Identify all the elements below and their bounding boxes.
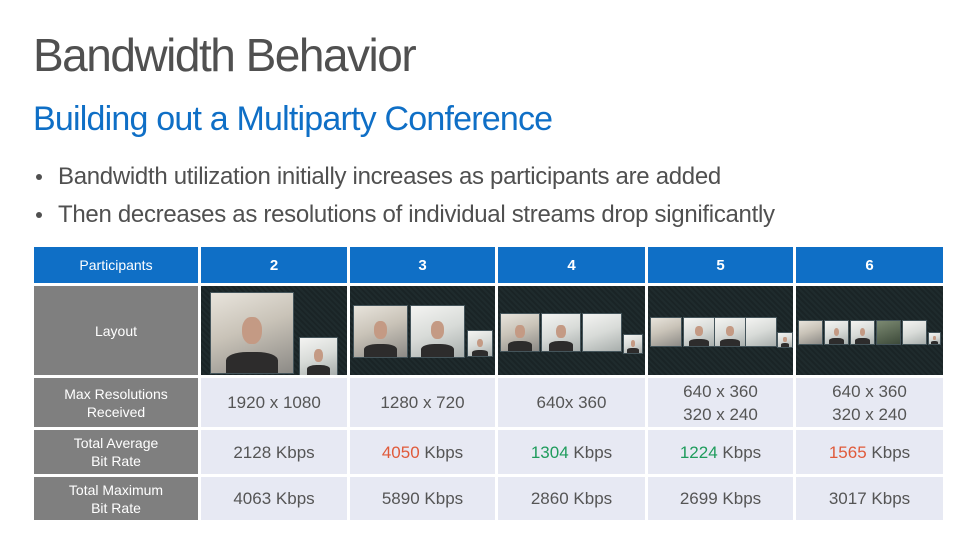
bullet-text: Then decreases as resolutions of individ… bbox=[58, 201, 775, 228]
layout-screenshot-3 bbox=[350, 286, 495, 375]
resolution-cell: 1920 x 1080 bbox=[201, 378, 347, 427]
avg-bitrate-cell: 4050 Kbps bbox=[350, 430, 495, 474]
avg-bitrate-value: 1304 bbox=[530, 442, 569, 462]
unit: Kbps bbox=[573, 442, 613, 462]
layout-screenshot-4 bbox=[498, 286, 645, 375]
header-col-5: 5 bbox=[648, 247, 793, 283]
row-label-max-resolutions: Max Resolutions Received bbox=[34, 378, 198, 427]
unit: Kbps bbox=[871, 489, 911, 508]
unit: Kbps bbox=[573, 489, 613, 508]
resolution-cell: 1280 x 720 bbox=[350, 378, 495, 427]
unit: Kbps bbox=[871, 442, 911, 462]
label-line: Max Resolutions bbox=[64, 385, 168, 402]
resolution-cell: 640 x 360 320 x 240 bbox=[648, 378, 793, 427]
resolution-line: 320 x 240 bbox=[683, 404, 758, 424]
max-bitrate-value: 2860 bbox=[530, 489, 569, 508]
resolution-line: 320 x 240 bbox=[832, 404, 907, 424]
unit: Kbps bbox=[722, 442, 762, 462]
bullet-icon bbox=[36, 212, 42, 218]
slide-subtitle: Building out a Multiparty Conference bbox=[33, 100, 553, 138]
row-label-total-maximum: Total Maximum Bit Rate bbox=[34, 477, 198, 520]
unit: Kbps bbox=[722, 489, 762, 508]
max-bitrate-cell: 3017 Kbps bbox=[796, 477, 943, 520]
max-bitrate-cell: 2860 Kbps bbox=[498, 477, 645, 520]
avg-bitrate-cell: 1304 Kbps bbox=[498, 430, 645, 474]
resolution-cell: 640 x 360 320 x 240 bbox=[796, 378, 943, 427]
label-line: Total Maximum bbox=[68, 481, 164, 498]
resolution-line: 640x 360 bbox=[536, 393, 607, 412]
max-bitrate-cell: 5890 Kbps bbox=[350, 477, 495, 520]
row-label-total-average: Total Average Bit Rate bbox=[34, 430, 198, 474]
bullet-item: Then decreases as resolutions of individ… bbox=[33, 196, 775, 234]
layout-screenshot-2 bbox=[201, 286, 347, 375]
bullet-list: Bandwidth utilization initially increase… bbox=[33, 158, 775, 234]
label-line: Total Average bbox=[73, 435, 159, 451]
avg-bitrate-value: 2128 bbox=[233, 442, 272, 462]
resolution-cell: 640x 360 bbox=[498, 378, 645, 427]
unit: Kbps bbox=[424, 489, 464, 508]
max-bitrate-value: 2699 bbox=[679, 489, 718, 508]
max-bitrate-value: 3017 bbox=[828, 489, 867, 508]
slide-title: Bandwidth Behavior bbox=[33, 29, 417, 81]
layout-screenshot-5 bbox=[648, 286, 793, 375]
layout-screenshot-6 bbox=[796, 286, 943, 375]
unit: Kbps bbox=[424, 442, 464, 462]
max-bitrate-cell: 2699 Kbps bbox=[648, 477, 793, 520]
resolution-line: 1280 x 720 bbox=[380, 393, 465, 412]
avg-bitrate-value: 1224 bbox=[679, 442, 718, 462]
avg-bitrate-value: 1565 bbox=[828, 442, 867, 462]
resolution-line: 640 x 360 bbox=[683, 381, 758, 401]
avg-bitrate-cell: 1224 Kbps bbox=[648, 430, 793, 474]
label-line: Bit Rate bbox=[91, 453, 141, 469]
row-label-layout: Layout bbox=[34, 286, 198, 375]
label-line: Received bbox=[86, 403, 146, 420]
avg-bitrate-cell: 2128 Kbps bbox=[201, 430, 347, 474]
label-line: Bit Rate bbox=[91, 499, 141, 516]
header-col-2: 2 bbox=[201, 247, 347, 283]
header-col-6: 6 bbox=[796, 247, 943, 283]
avg-bitrate-value: 4050 bbox=[381, 442, 420, 462]
bullet-text: Bandwidth utilization initially increase… bbox=[58, 163, 721, 190]
resolution-line: 1920 x 1080 bbox=[227, 393, 321, 412]
resolution-line: 640 x 360 bbox=[832, 381, 907, 401]
header-participants: Participants bbox=[34, 247, 198, 283]
bullet-item: Bandwidth utilization initially increase… bbox=[33, 158, 775, 196]
bullet-icon bbox=[36, 174, 42, 180]
header-col-4: 4 bbox=[498, 247, 645, 283]
unit: Kbps bbox=[275, 442, 315, 462]
header-col-3: 3 bbox=[350, 247, 495, 283]
max-bitrate-value: 5890 bbox=[381, 489, 420, 508]
max-bitrate-cell: 4063 Kbps bbox=[201, 477, 347, 520]
avg-bitrate-cell: 1565 Kbps bbox=[796, 430, 943, 474]
unit: Kbps bbox=[275, 489, 315, 508]
bandwidth-table: Participants 2 3 4 5 6 Layout Max Resolu… bbox=[34, 247, 943, 520]
max-bitrate-value: 4063 bbox=[233, 489, 272, 508]
